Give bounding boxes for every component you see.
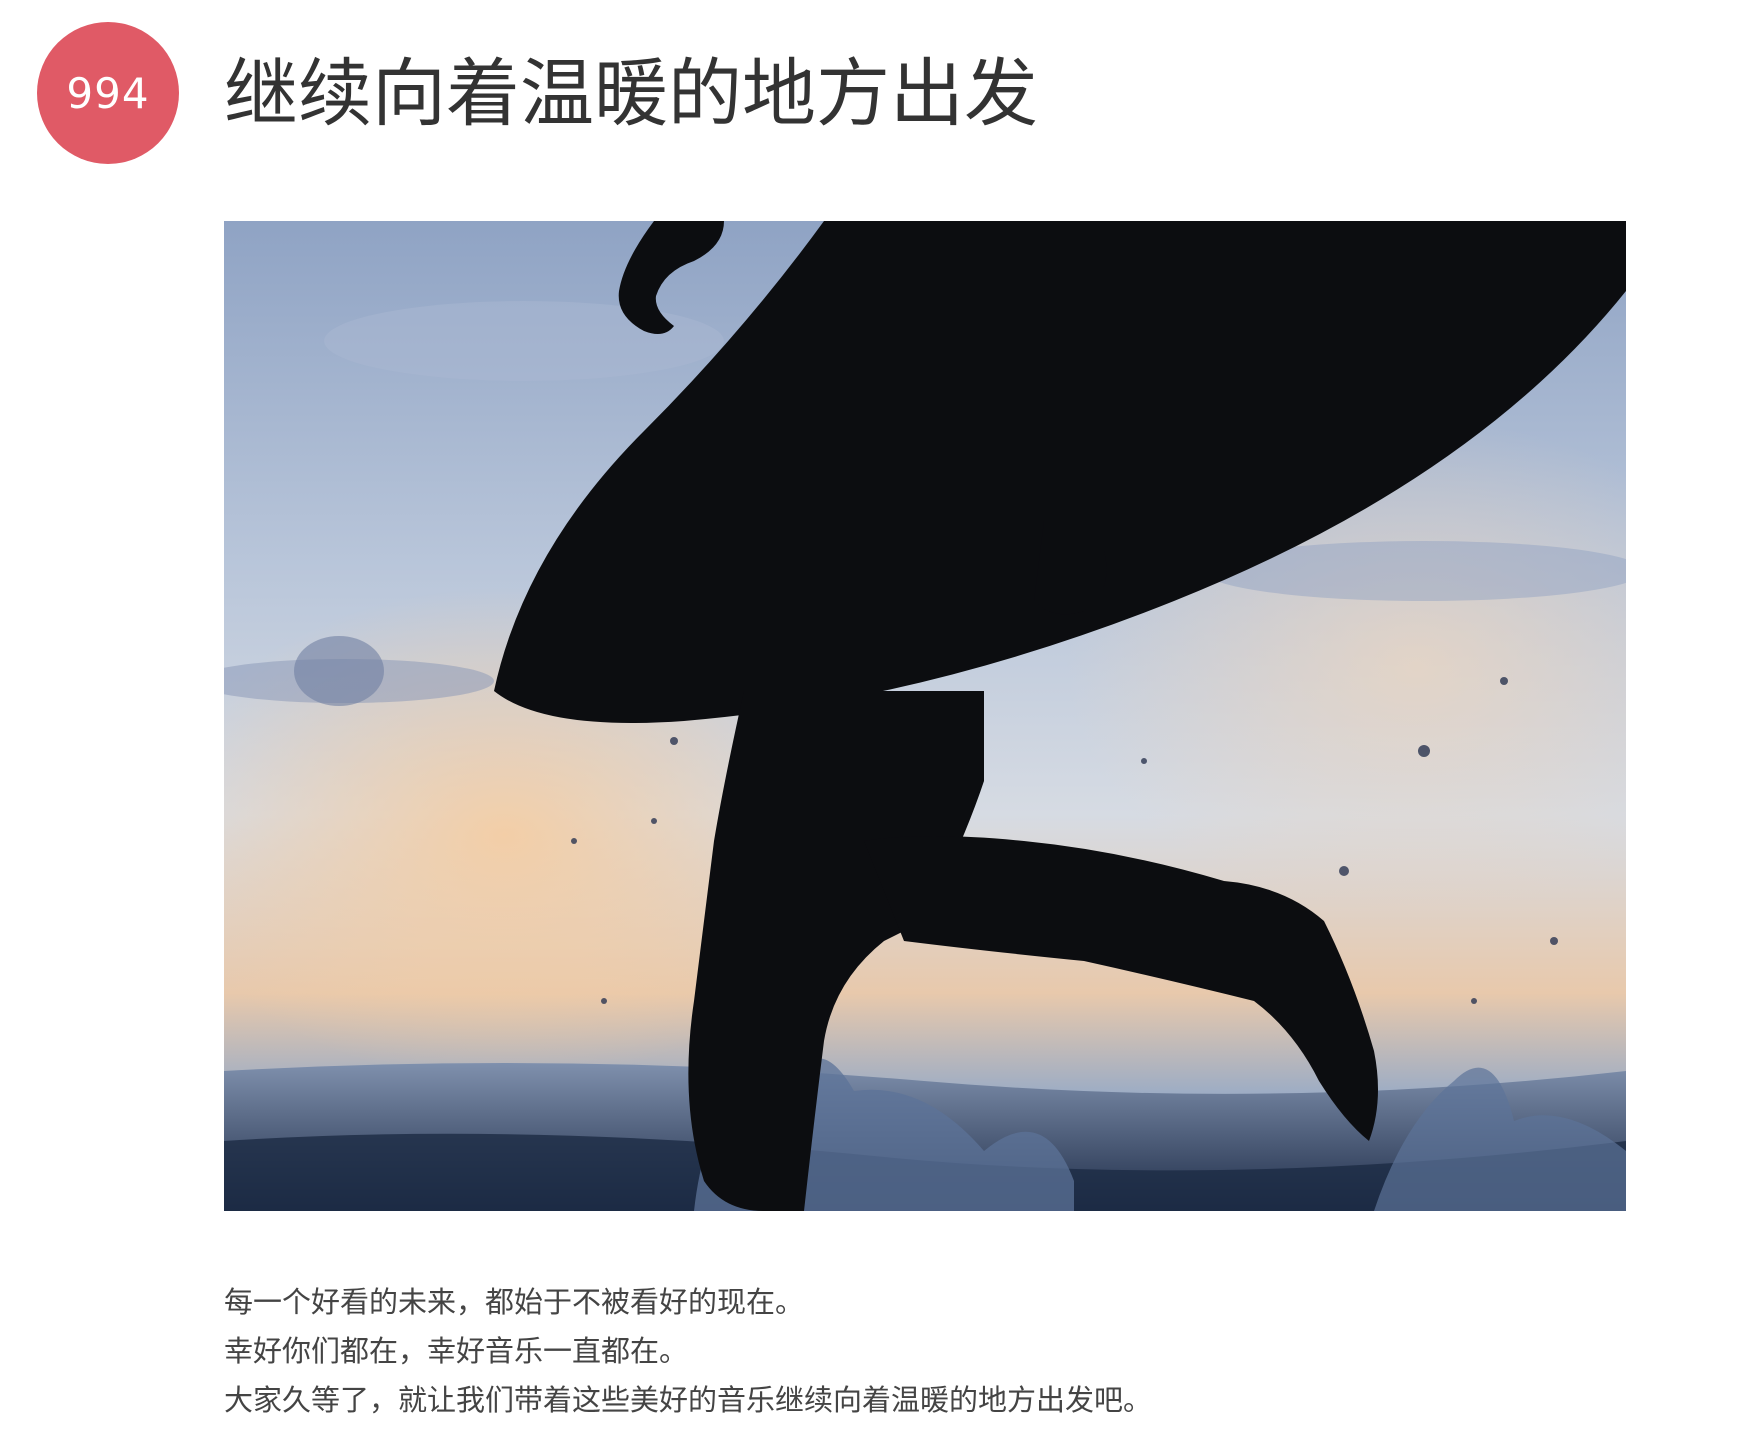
post-number: 994 — [66, 68, 150, 118]
post-body: 每一个好看的未来，都始于不被看好的现在。 幸好你们都在，幸好音乐一直都在。 大家… — [224, 1278, 1626, 1425]
post-number-badge: 994 — [37, 22, 179, 164]
post-title: 继续向着温暖的地方出发 — [224, 51, 1038, 137]
surfer-silhouette-image — [224, 221, 1626, 1211]
post-page: 994 继续向着温暖的地方出发 每一个好看的未来，都始于不被看好的现在。 幸好你… — [0, 0, 1764, 1440]
cover-photo — [224, 221, 1626, 1211]
paragraph: 幸好你们都在，幸好音乐一直都在。 — [224, 1334, 689, 1368]
paragraph: 大家久等了，就让我们带着这些美好的音乐继续向着温暖的地方出发吧。 — [224, 1383, 1153, 1417]
paragraph: 每一个好看的未来，都始于不被看好的现在。 — [224, 1285, 805, 1319]
